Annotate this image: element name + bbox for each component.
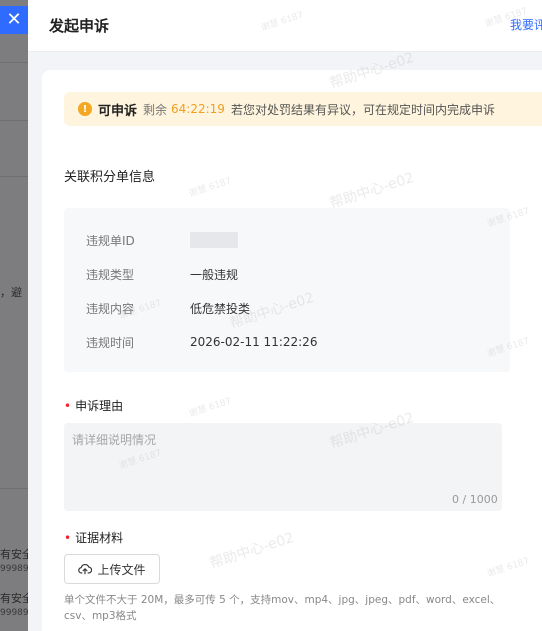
drawer-title: 发起申诉 — [49, 17, 110, 35]
related-info-title: 关联积分单信息 — [64, 170, 156, 185]
related-info-panel: 违规单ID 违规类型 一般违规 违规内容 低危禁投类 违规时间 2026-02-… — [64, 208, 510, 372]
required-marker: • — [64, 531, 72, 545]
background-text-fragment: ，避 — [0, 286, 22, 299]
background-text-fragment: 99989 — [0, 608, 28, 618]
appeal-status: 可申诉 — [98, 103, 138, 119]
background-text-fragment: 有安全 — [0, 548, 28, 561]
close-drawer-button[interactable]: ✕ — [0, 6, 28, 34]
redacted-violation-id — [190, 232, 238, 248]
info-row-violation-type: 违规类型 一般违规 — [86, 264, 486, 284]
feedback-link[interactable]: 我要评价 — [510, 16, 542, 33]
reason-label-text: 申诉理由 — [75, 399, 124, 413]
info-row-violation-content: 违规内容 低危禁投类 — [86, 298, 486, 318]
evidence-label-text: 证据材料 — [75, 531, 124, 545]
info-row-violation-time: 违规时间 2026-02-11 11:22:26 — [86, 332, 486, 352]
background-text-fragment: 99989 — [0, 564, 28, 574]
alert-message: 若您对处罚结果有异议，可在规定时间内完成申诉 — [230, 102, 495, 117]
countdown-timer: 64:22:19 — [171, 102, 225, 116]
appeal-form-card: ! 可申诉 剩余 64:22:19 若您对处罚结果有异议，可在规定时间内完成申诉… — [42, 70, 542, 631]
remaining-label: 剩余 — [143, 102, 168, 117]
background-divider — [0, 120, 28, 121]
info-label: 违规时间 — [86, 335, 135, 350]
reason-label: • 申诉理由 — [64, 397, 123, 414]
info-value: 一般违规 — [190, 267, 239, 282]
info-value: 低危禁投类 — [190, 301, 251, 316]
evidence-label: • 证据材料 — [64, 529, 123, 546]
upload-file-button[interactable]: 上传文件 — [64, 554, 160, 584]
info-label: 违规类型 — [86, 267, 135, 282]
info-label: 违规单ID — [86, 233, 135, 248]
upload-cloud-icon — [78, 564, 93, 575]
background-divider — [0, 176, 28, 177]
appeal-drawer: 发起申诉 我要评价 ! 可申诉 剩余 64:22:19 若您对处罚结果有异议，可… — [28, 0, 542, 631]
upload-tip: 单个文件不大于 20M，最多可传 5 个，支持mov、mp4、jpg、jpeg、… — [64, 594, 501, 622]
appeal-status-alert: ! 可申诉 剩余 64:22:19 若您对处罚结果有异议，可在规定时间内完成申诉 — [64, 92, 542, 126]
info-label: 违规内容 — [86, 301, 135, 316]
character-counter: 0 / 1000 — [452, 493, 498, 506]
reason-textarea[interactable] — [64, 423, 502, 511]
upload-button-label: 上传文件 — [97, 562, 146, 577]
background-divider — [0, 488, 28, 489]
background-text-fragment: 有安全 — [0, 592, 28, 605]
close-icon: ✕ — [6, 9, 22, 30]
background-page: ，避 有安全 99989 有安全 99989 — [0, 0, 28, 631]
info-value: 2026-02-11 11:22:26 — [190, 335, 318, 349]
warning-circle-icon: ! — [78, 102, 92, 116]
drawer-header: 发起申诉 我要评价 — [28, 0, 542, 52]
info-row-violation-id: 违规单ID — [86, 230, 486, 250]
required-marker: • — [64, 399, 72, 413]
background-divider — [0, 62, 28, 63]
